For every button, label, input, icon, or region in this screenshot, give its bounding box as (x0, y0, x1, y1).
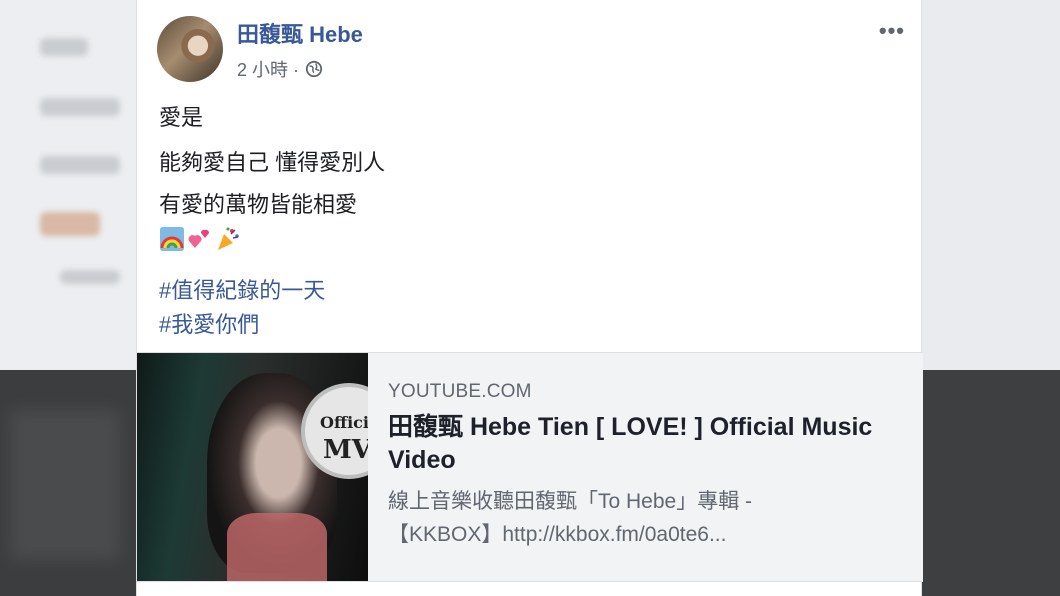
blurred-nav-item (60, 270, 120, 284)
link-description-line: 【KKBOX】http://kkbox.fm/0a0te6... (388, 523, 727, 546)
link-info[interactable]: YOUTUBE.COM 田馥甄 Hebe Tien [ LOVE! ] Offi… (368, 353, 923, 581)
rainbow-icon (159, 226, 185, 252)
blurred-nav-item (40, 156, 120, 174)
link-description: 線上音樂收聽田馥甄「To Hebe」專輯 - 【KKBOX】http://kkb… (388, 485, 903, 551)
link-preview[interactable]: Official MV YOUTUBE.COM 田馥甄 Hebe Tien [ … (137, 352, 923, 582)
background-video-panel (0, 370, 136, 596)
link-description-line: 線上音樂收聽田馥甄「To Hebe」專輯 - (388, 490, 753, 513)
blurred-nav-item (40, 98, 120, 116)
hashtag-link[interactable]: #值得紀錄的一天 (159, 273, 325, 305)
post-card: 田馥甄 Hebe 2 小時 · ••• 愛是 能夠愛自己 懂得愛別人 有愛的萬物… (136, 0, 923, 596)
background-sidebar (0, 0, 136, 370)
post-text-line: 有愛的萬物皆能相愛 (159, 192, 358, 217)
hashtag-link[interactable]: #我愛你們 (159, 307, 259, 339)
globe-icon[interactable] (305, 60, 323, 78)
link-thumbnail[interactable]: Official MV (137, 353, 368, 581)
avatar[interactable] (157, 16, 223, 82)
emoji-row (159, 226, 241, 252)
author-name[interactable]: 田馥甄 Hebe (237, 17, 363, 49)
badge-label-bottom: MV (323, 435, 368, 465)
blurred-nav-item (40, 38, 88, 56)
blurred-nav-item (40, 212, 100, 236)
thumbnail-portrait-shirt (227, 513, 327, 581)
link-title[interactable]: 田馥甄 Hebe Tien [ LOVE! ] Official Music V… (388, 411, 903, 477)
post-text-line: 能夠愛自己 懂得愛別人 (159, 150, 386, 175)
post-text-line: 愛是 (159, 105, 204, 130)
background-video-panel-right (922, 370, 1060, 596)
post-time[interactable]: 2 小時 · (237, 56, 299, 82)
badge-label-top: Official (320, 413, 368, 432)
party-popper-icon (215, 226, 241, 252)
two-hearts-icon (187, 226, 213, 252)
more-options-button[interactable]: ••• (879, 18, 905, 44)
background-right (922, 0, 1060, 484)
link-source: YOUTUBE.COM (388, 381, 532, 402)
post-meta: 2 小時 · (237, 56, 323, 82)
